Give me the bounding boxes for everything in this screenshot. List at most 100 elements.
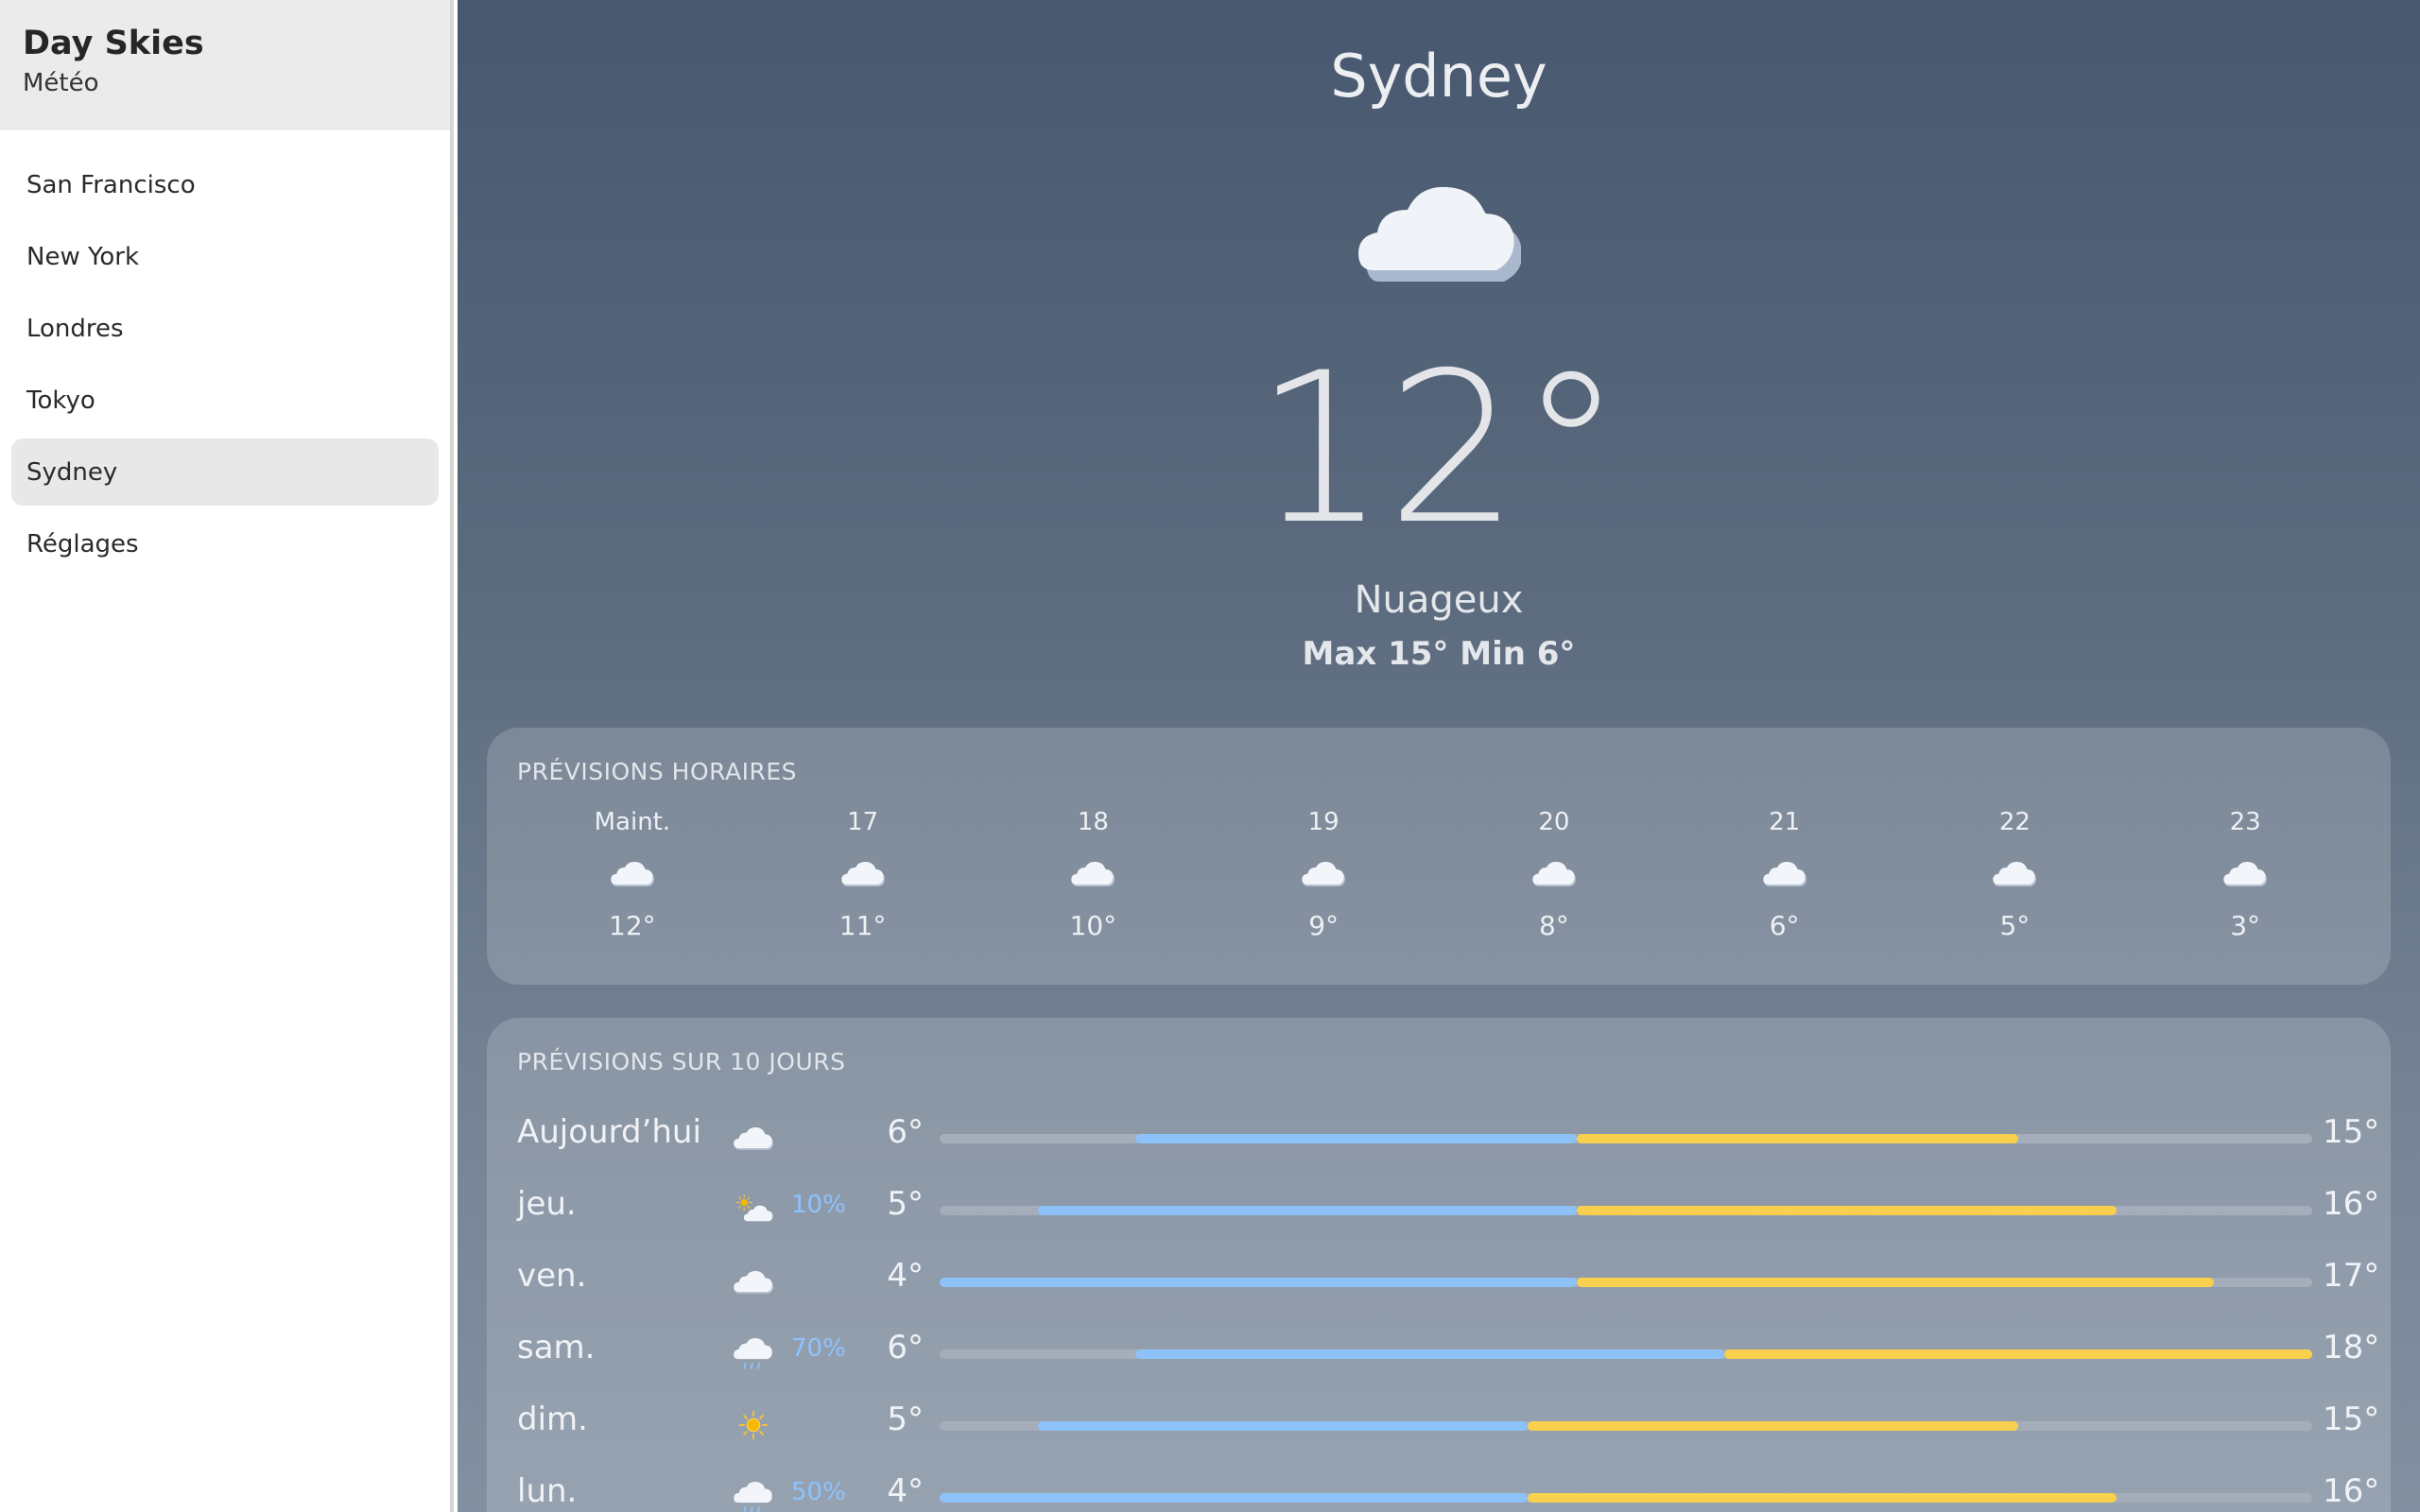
hourly-time: 22: [1998, 808, 2031, 836]
daily-forecast-row: Aujourd’hui 6° 15°: [517, 1102, 2379, 1174]
hourly-item: 20 8°: [1439, 805, 1669, 945]
temperature-range-warm: [1528, 1493, 2117, 1503]
day-low-temperature: 4°: [887, 1257, 924, 1295]
weather-main: Sydney 12° Nuageux Max 15° Min 6° PRÉVIS…: [458, 0, 2420, 1512]
hourly-forecast-title: PRÉVISIONS HORAIRES: [517, 758, 797, 785]
day-low-temperature: 5°: [887, 1185, 924, 1223]
current-condition: Nuageux: [1354, 578, 1524, 622]
hourly-forecast-card: PRÉVISIONS HORAIRES Maint. 12° 17 11° 18 10° 1…: [487, 728, 2391, 985]
day-name: lun.: [517, 1472, 578, 1510]
daily-forecast-list: Aujourd’hui 6° 15° jeu. 10% 5° 16° ven. 4° 17° sam…: [517, 1102, 2379, 1512]
temperature-range-bar: [940, 1493, 2312, 1503]
hourly-time: 23: [2229, 808, 2261, 836]
day-name: jeu.: [517, 1185, 577, 1223]
city-list: San Francisco New York Londres Tokyo Syd…: [0, 130, 450, 577]
sidebar-item-tokyo[interactable]: Tokyo: [11, 367, 439, 434]
day-low-temperature: 6°: [887, 1113, 924, 1151]
temperature-range-cold: [1037, 1206, 1578, 1215]
temperature-range-bar: [940, 1349, 2312, 1359]
hourly-item: 18 10°: [978, 805, 1209, 945]
temperature-range-warm: [1723, 1349, 2312, 1359]
sidebar-item-label: Londres: [26, 314, 124, 343]
hourly-item: 22 5°: [1900, 805, 2131, 945]
hourly-temperature: 5°: [1999, 910, 2031, 941]
day-high-temperature: 16°: [2323, 1185, 2380, 1223]
sidebar-item-londres[interactable]: Londres: [11, 295, 439, 362]
daily-forecast-row: lun. 50% 4° 16°: [517, 1461, 2379, 1512]
sidebar-item-new-york[interactable]: New York: [11, 223, 439, 290]
cloud-icon: [2130, 839, 2360, 907]
hourly-item: 23 3°: [2130, 805, 2360, 945]
cloud-icon: [978, 839, 1209, 907]
day-low-temperature: 6°: [887, 1329, 924, 1366]
sidebar-item-label: Sydney: [26, 457, 118, 487]
precipitation-chance: 10%: [791, 1191, 846, 1219]
sidebar-item-san-francisco[interactable]: San Francisco: [11, 151, 439, 218]
hourly-time: 17: [847, 808, 879, 836]
hourly-item: 17 11°: [748, 805, 978, 945]
day-name: dim.: [517, 1400, 588, 1438]
current-temperature: 12°: [1254, 328, 1623, 570]
daily-forecast-row: ven. 4° 17°: [517, 1246, 2379, 1317]
city-title: Sydney: [1330, 42, 1547, 111]
day-high-temperature: 15°: [2323, 1400, 2380, 1438]
day-high-temperature: 16°: [2323, 1472, 2380, 1510]
temperature-range-cold: [940, 1278, 1578, 1287]
temperature-range-cold: [1037, 1421, 1529, 1431]
rain-icon: [725, 1325, 782, 1382]
sidebar: Day Skies Météo San Francisco New York L…: [0, 0, 454, 1512]
daily-forecast-row: sam. 70% 6° 18°: [517, 1317, 2379, 1389]
temperature-range-cold: [940, 1493, 1529, 1503]
day-high-temperature: 17°: [2323, 1257, 2380, 1295]
sidebar-item-label: Tokyo: [26, 386, 95, 415]
hourly-temperature: 6°: [1769, 910, 1800, 941]
cloud-icon: [725, 1253, 782, 1310]
temperature-range-warm: [1577, 1206, 2117, 1215]
cloud-icon: [1439, 839, 1669, 907]
sun-icon: [725, 1397, 782, 1453]
hourly-temperature: 12°: [609, 910, 656, 941]
sidebar-item-label: New York: [26, 242, 140, 271]
day-name: Aujourd’hui: [517, 1113, 701, 1151]
hourly-temperature: 3°: [2230, 910, 2261, 941]
temperature-range-bar: [940, 1421, 2312, 1431]
temperature-range-bar: [940, 1278, 2312, 1287]
hourly-item: 19 9°: [1208, 805, 1439, 945]
temperature-range-cold: [1135, 1349, 1724, 1359]
sidebar-item-label: Réglages: [26, 529, 139, 558]
temperature-range-warm: [1577, 1134, 2018, 1143]
hourly-time: 20: [1538, 808, 1570, 836]
day-low-temperature: 5°: [887, 1400, 924, 1438]
partly-sunny-icon: [725, 1181, 782, 1238]
sidebar-item-reglages[interactable]: Réglages: [11, 510, 439, 577]
hourly-time: 18: [1077, 808, 1109, 836]
cloud-icon: [748, 839, 978, 907]
sidebar-item-label: San Francisco: [26, 170, 196, 199]
cloud-icon: [1208, 839, 1439, 907]
rain-icon: [725, 1469, 782, 1512]
hourly-item: 21 6°: [1669, 805, 1900, 945]
cloud-icon: [517, 839, 748, 907]
temperature-range-bar: [940, 1134, 2312, 1143]
day-name: ven.: [517, 1257, 587, 1295]
sidebar-item-sydney[interactable]: Sydney: [11, 438, 439, 506]
temperature-range-bar: [940, 1206, 2312, 1215]
temperature-range-warm: [1528, 1421, 2018, 1431]
hourly-time: 19: [1307, 808, 1340, 836]
daily-forecast-card: PRÉVISIONS SUR 10 JOURS Aujourd’hui 6° 15°…: [487, 1018, 2391, 1512]
daily-forecast-row: dim. 5° 15°: [517, 1389, 2379, 1461]
hourly-time: Maint.: [594, 808, 671, 836]
day-high-temperature: 18°: [2323, 1329, 2380, 1366]
hourly-time: 21: [1769, 808, 1801, 836]
temperature-range-warm: [1577, 1278, 2215, 1287]
hourly-item: Maint. 12°: [517, 805, 748, 945]
cloud-icon: [1669, 839, 1900, 907]
temperature-range-cold: [1135, 1134, 1578, 1143]
day-name: sam.: [517, 1329, 596, 1366]
daily-forecast-title: PRÉVISIONS SUR 10 JOURS: [517, 1048, 846, 1075]
cloud-icon: [725, 1109, 782, 1166]
day-high-temperature: 15°: [2323, 1113, 2380, 1151]
hourly-temperature: 10°: [1069, 910, 1117, 941]
app-subtitle: Météo: [23, 69, 99, 97]
hourly-temperature: 9°: [1308, 910, 1340, 941]
